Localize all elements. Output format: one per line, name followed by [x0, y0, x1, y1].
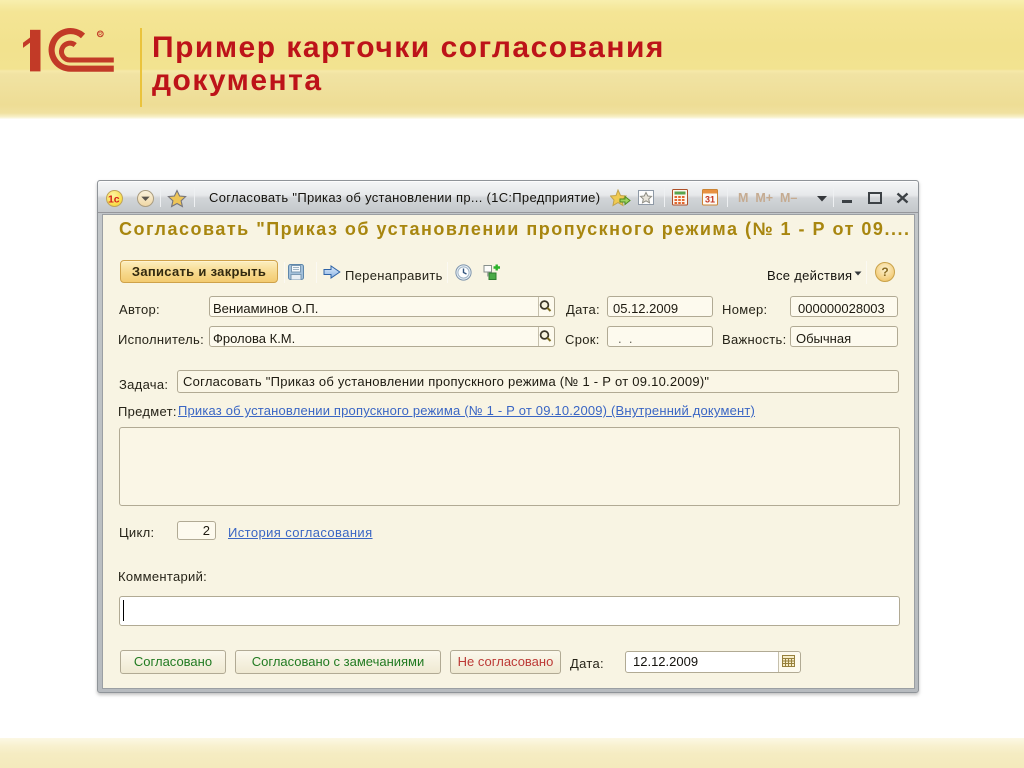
svg-text:31: 31	[705, 195, 715, 205]
svg-text:R: R	[98, 32, 102, 38]
svg-text:1с: 1с	[108, 194, 120, 206]
